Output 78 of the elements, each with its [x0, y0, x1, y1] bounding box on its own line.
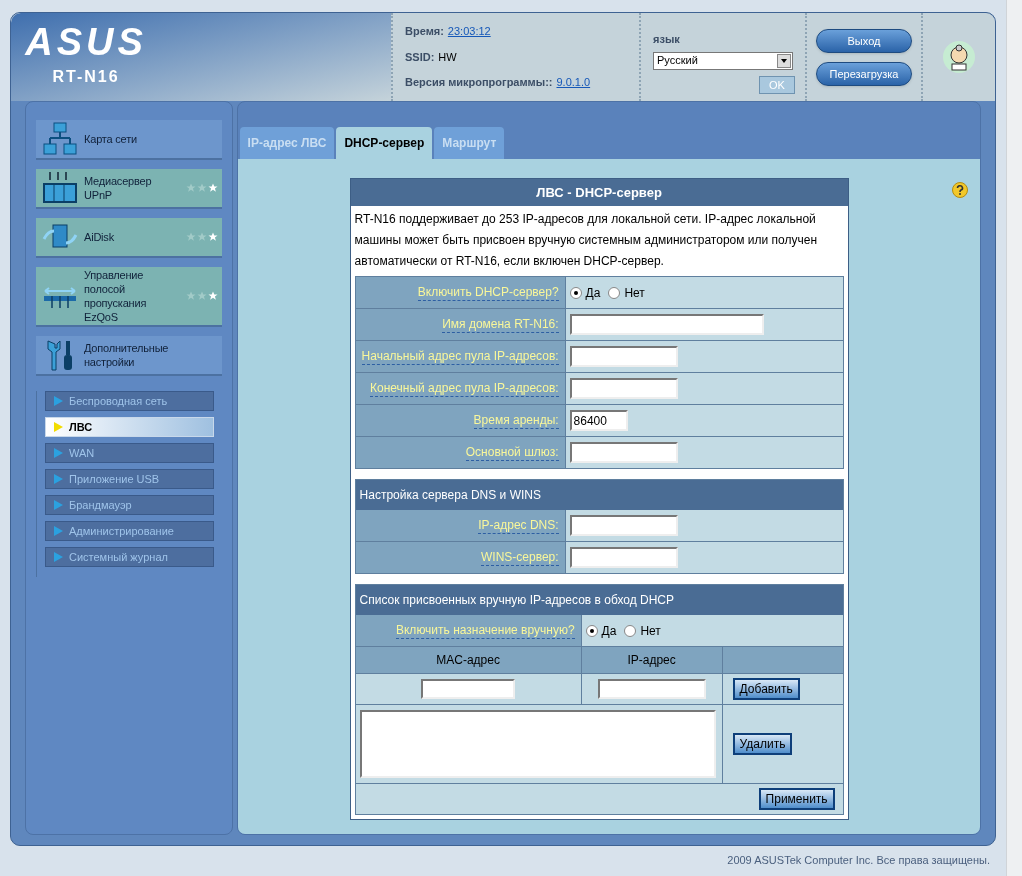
text-field[interactable] — [569, 442, 678, 463]
star-icon — [196, 291, 207, 301]
apply-button[interactable]: Применить — [758, 788, 835, 810]
sidebar-submenu-item[interactable]: ЛВС — [45, 417, 214, 437]
info-label: Версия микропрограммы:: — [405, 75, 553, 91]
info-label: SSID: — [405, 49, 435, 65]
sidebar-menu-item[interactable]: Медиасервер UPnP — [36, 169, 222, 209]
dropdown-caret-icon — [777, 53, 791, 68]
triangle-icon — [54, 422, 63, 432]
info-link[interactable]: 9.0.1.0 — [556, 74, 591, 91]
star-icon — [196, 232, 207, 242]
triangle-icon — [54, 552, 63, 562]
radio-label: Да — [585, 284, 601, 302]
sidebar-submenu-item[interactable]: Системный журнал — [45, 547, 214, 567]
column-header: MAC-адрес — [436, 652, 500, 669]
mac-address-field[interactable] — [421, 679, 516, 699]
text-field[interactable] — [569, 314, 764, 335]
column-header: IP-адрес — [627, 652, 676, 669]
radio-label: Нет — [624, 284, 645, 302]
radio-button[interactable] — [608, 286, 621, 299]
sidebar-submenu-item[interactable]: Беспроводная сеть — [45, 391, 214, 411]
sidebar-menu-item[interactable]: Дополнительные настройки — [36, 336, 222, 376]
header-button[interactable]: Выход — [816, 29, 912, 53]
radio-label: Да — [601, 622, 617, 640]
tab[interactable]: IP-адрес ЛВС — [239, 127, 335, 159]
star-icon — [185, 183, 196, 193]
brand-logo: ASUS — [25, 23, 147, 61]
sidebar-submenu-item[interactable]: Приложение USB — [45, 469, 214, 489]
section-header: Список присвоенных вручную IP-адресов в обход DHCP — [355, 585, 843, 615]
help-icon[interactable] — [952, 182, 968, 198]
text-field[interactable] — [569, 378, 678, 399]
text-field[interactable] — [569, 346, 678, 367]
text-field[interactable]: 86400 — [569, 410, 628, 431]
info-value: HW — [438, 49, 457, 65]
star-icon — [185, 232, 196, 242]
star-icon — [207, 183, 218, 193]
delete-button[interactable]: Удалить — [732, 733, 793, 755]
form-description: RT-N16 поддерживает до 253 IP-адресов для локальной сети. IP-адрес локальной машины может быть присвоен вручную системным администратором или получен автоматически от RT-N16, если включен DHCP-сервер. — [353, 211, 819, 270]
sidebar-submenu-item[interactable]: WAN — [45, 443, 214, 463]
assigned-address-list[interactable] — [359, 710, 716, 778]
copyright-text: 2009 ASUSTek Computer Inc. Все права защищены. — [727, 853, 990, 868]
language-label: язык — [653, 32, 681, 47]
film-strip-icon — [42, 170, 78, 206]
radio-label: Нет — [640, 622, 661, 640]
triangle-icon — [54, 500, 63, 510]
radio-button[interactable] — [569, 286, 582, 299]
scroll-bar[interactable] — [1006, 0, 1022, 876]
sidebar-menu-item[interactable]: Управление полосой пропускания EzQoS — [36, 267, 222, 327]
triangle-icon — [54, 448, 63, 458]
star-icon — [196, 183, 207, 193]
form-title: ЛВС - DHCP-сервер — [350, 179, 848, 206]
triangle-icon — [54, 474, 63, 484]
radio-button[interactable] — [585, 624, 598, 637]
star-icon — [207, 232, 218, 242]
section-header: Настройка сервера DNS и WINS — [355, 480, 843, 510]
triangle-icon — [54, 396, 63, 406]
ip-address-field[interactable] — [597, 679, 706, 699]
info-label: Время: — [405, 24, 444, 40]
radio-button[interactable] — [624, 624, 637, 637]
sidebar-submenu-item[interactable]: Администрирование — [45, 521, 214, 541]
text-field[interactable] — [569, 515, 678, 536]
language-select[interactable]: Русский — [653, 51, 793, 70]
tab[interactable]: DHCP-сервер — [336, 127, 433, 159]
text-field[interactable] — [569, 547, 678, 568]
ok-button[interactable]: OK — [759, 75, 795, 94]
tab[interactable]: Маршрут — [434, 127, 505, 159]
sidebar-submenu-item[interactable]: Брандмауэр — [45, 495, 214, 515]
sidebar-menu-item[interactable]: AiDisk — [36, 218, 222, 258]
info-link[interactable]: 23:03:12 — [447, 23, 491, 40]
add-button[interactable]: Добавить — [732, 678, 800, 700]
star-icon — [207, 291, 218, 301]
star-icon — [185, 291, 196, 301]
mascot-icon — [942, 40, 976, 74]
model-name: RT-N16 — [52, 67, 120, 87]
header-button[interactable]: Перезагрузка — [816, 62, 912, 86]
sidebar-menu-item[interactable]: Карта сети — [36, 120, 222, 160]
network-map-icon — [42, 121, 78, 157]
triangle-icon — [54, 526, 63, 536]
